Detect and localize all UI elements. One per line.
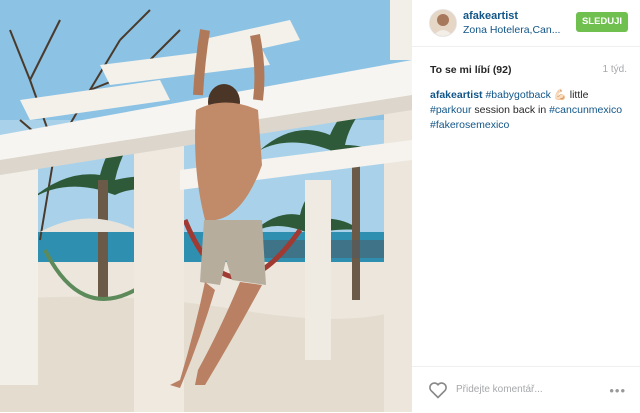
likes-count[interactable]: To se mi líbí (92) — [430, 64, 512, 76]
post-time[interactable]: 1 týd. — [603, 64, 627, 75]
heart-icon[interactable] — [428, 381, 448, 399]
post-caption: afakeartist #babygotback 💪🏻 little #park… — [430, 88, 626, 133]
instagram-post: afakeartist Zona Hotelera,Can... SLEDUJI… — [0, 0, 640, 412]
avatar-image — [430, 10, 456, 36]
follow-button[interactable]: SLEDUJI — [576, 12, 628, 32]
avatar[interactable] — [429, 9, 457, 37]
caption-text-1: little — [569, 89, 589, 101]
post-photo[interactable] — [0, 0, 412, 412]
hashtag-fakerosemexico[interactable]: #fakerosemexico — [430, 119, 509, 131]
location-link[interactable]: Zona Hotelera,Can... — [463, 24, 563, 36]
hashtag-cancunmexico[interactable]: #cancunmexico — [549, 104, 622, 116]
username-link[interactable]: afakeartist — [463, 10, 518, 22]
heart-icon-svg — [429, 382, 447, 399]
hashtag-parkour[interactable]: #parkour — [430, 104, 471, 116]
post-footer: Přidejte komentář... ••• — [412, 366, 640, 413]
post-header: afakeartist Zona Hotelera,Can... SLEDUJI — [412, 0, 640, 47]
hashtag-babygotback[interactable]: #babygotback — [485, 89, 550, 101]
post-sidebar: afakeartist Zona Hotelera,Can... SLEDUJI… — [412, 0, 640, 412]
caption-username[interactable]: afakeartist — [430, 89, 483, 101]
caption-emoji: 💪🏻 — [553, 89, 567, 101]
beach-parkour-photo — [0, 0, 412, 412]
caption-text-2: session back in — [474, 104, 547, 116]
more-options-icon[interactable]: ••• — [609, 383, 626, 398]
comment-input[interactable]: Přidejte komentář... — [456, 384, 543, 395]
